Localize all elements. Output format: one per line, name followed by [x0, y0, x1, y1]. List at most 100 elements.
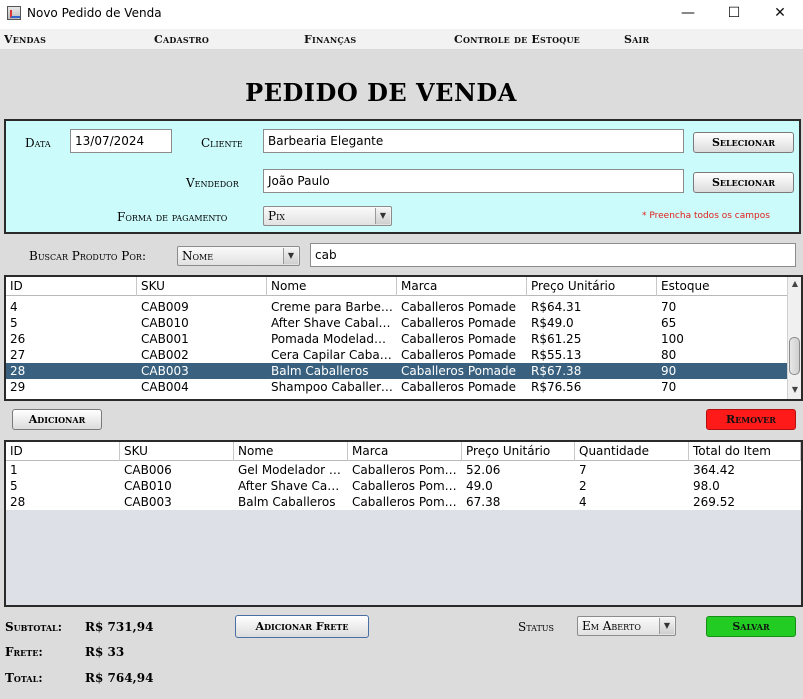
cell-preco: R$64.31 [531, 300, 582, 314]
cell-estoque: 90 [661, 364, 677, 378]
table-row[interactable]: 28 CAB003 Balm Caballeros Caballeros Pomade… [6, 363, 789, 379]
cell-marca: Caballeros Pomade [401, 348, 517, 362]
status-select[interactable]: Em Aberto ▼ [577, 616, 676, 636]
cell-id: 5 [10, 316, 18, 330]
column-header-sku[interactable]: SKU [137, 277, 267, 296]
cell-marca: Caballeros Pomade [401, 332, 517, 346]
products-scrollbar[interactable]: ▲ ▼ [787, 277, 801, 399]
add-freight-button[interactable]: Adicionar Frete [235, 615, 369, 638]
table-row[interactable]: 26 CAB001 Pomada Modeladora Caballeros Caba… [6, 331, 789, 347]
cell-id: 4 [10, 300, 18, 314]
cell-id: 27 [10, 348, 26, 362]
scroll-down-icon[interactable]: ▼ [788, 383, 801, 397]
cell-estoque: 70 [661, 300, 677, 314]
table-row[interactable]: 27 CAB002 Cera Capilar Caballeros Caballero… [6, 347, 789, 363]
cell-quantidade: 2 [579, 479, 587, 493]
cell-marca: Caballeros Pomade [401, 300, 517, 314]
table-row[interactable]: 4 CAB009 Creme para Barbear Caballeros Caba… [6, 299, 789, 315]
order-form-panel: Data 13/07/2024 Cliente Barbearia Elegan… [4, 119, 801, 234]
cell-nome: Balm Caballeros [238, 495, 336, 509]
title-bar: Novo Pedido de Venda — ☐ ✕ [0, 0, 803, 29]
column-header-marca[interactable]: Marca [348, 442, 462, 461]
cell-total-item: 98.0 [693, 479, 720, 493]
cell-marca: Caballeros Pomade [352, 479, 462, 493]
freight-label: Frete: [5, 645, 43, 659]
column-header-id[interactable]: ID [6, 442, 120, 461]
minimize-button[interactable]: — [665, 0, 711, 29]
order-items-empty-area [6, 510, 801, 605]
column-header-preco[interactable]: Preço Unitário [462, 442, 575, 461]
select-seller-button[interactable]: Selecionar [693, 172, 794, 193]
table-row[interactable]: 28 CAB003 Balm Caballeros Caballeros Pomade… [6, 494, 801, 510]
save-button[interactable]: Salvar [706, 616, 796, 637]
column-header-sku[interactable]: SKU [120, 442, 234, 461]
scrollbar-thumb[interactable] [789, 337, 800, 375]
column-header-nome[interactable]: Nome [267, 277, 397, 296]
cell-sku: CAB009 [141, 300, 189, 314]
search-input[interactable]: cab [310, 243, 796, 267]
menu-cadastro[interactable]: Cadastro [154, 33, 209, 46]
column-header-quantidade[interactable]: Quantidade [575, 442, 689, 461]
date-field[interactable]: 13/07/2024 [70, 129, 172, 153]
cell-sku: CAB001 [141, 332, 189, 346]
cell-preco: R$67.38 [531, 364, 582, 378]
seller-label: Vendedor [186, 176, 239, 190]
column-header-preco[interactable]: Preço Unitário [527, 277, 657, 296]
payment-select[interactable]: Pix ▼ [263, 206, 392, 226]
cell-marca: Caballeros Pomade [401, 316, 517, 330]
menu-financas[interactable]: Finanças [304, 33, 356, 46]
menu-sair[interactable]: Sair [624, 33, 649, 46]
menu-vendas[interactable]: Vendas [4, 33, 46, 46]
table-row[interactable]: 5 CAB010 After Shave Caballeros Caballeros … [6, 478, 801, 494]
search-field-select[interactable]: Nome ▼ [177, 246, 300, 266]
close-button[interactable]: ✕ [757, 0, 803, 29]
client-field[interactable]: Barbearia Elegante [263, 129, 684, 153]
table-row[interactable]: 29 CAB004 Shampoo Caballeros Caballeros Pom… [6, 379, 789, 395]
cell-id: 29 [10, 380, 26, 394]
column-header-estoque[interactable]: Estoque [657, 277, 789, 296]
cell-marca: Caballeros Pomade [401, 364, 517, 378]
cell-nome: Cera Capilar Caballeros [271, 348, 397, 362]
cell-estoque: 100 [661, 332, 684, 346]
cell-preco: R$61.25 [531, 332, 582, 346]
cell-id: 1 [10, 463, 18, 477]
table-row[interactable]: 1 CAB006 Gel Modelador Caballeros Caballero… [6, 462, 801, 478]
freight-value: R$ 33 [85, 645, 125, 659]
cell-estoque: 65 [661, 316, 677, 330]
search-label: Buscar Produto Por: [29, 249, 146, 263]
total-value: R$ 764,94 [85, 671, 154, 685]
cell-nome: Creme para Barbear Caballeros [271, 300, 397, 314]
order-items-table: ID SKU Nome Marca Preço Unitário Quantid… [4, 440, 803, 607]
cell-preco: 52.06 [466, 463, 501, 477]
app-icon [7, 6, 21, 20]
menu-controle-estoque[interactable]: Controle de Estoque [454, 33, 580, 46]
client-label: Cliente [201, 136, 243, 150]
column-header-id[interactable]: ID [6, 277, 137, 296]
add-product-button[interactable]: Adicionar [12, 409, 102, 430]
maximize-button[interactable]: ☐ [711, 0, 757, 29]
cell-marca: Caballeros Pomade [352, 463, 462, 477]
column-header-marca[interactable]: Marca [397, 277, 527, 296]
cell-preco: 49.0 [466, 479, 493, 493]
table-row[interactable]: 5 CAB010 After Shave Caballeros Caballeros … [6, 315, 789, 331]
seller-field[interactable]: João Paulo [263, 169, 684, 193]
products-table: ID SKU Nome Marca Preço Unitário Estoque… [4, 275, 803, 401]
cell-preco: R$76.56 [531, 380, 582, 394]
column-header-total-item[interactable]: Total do Item [689, 442, 801, 461]
cell-estoque: 80 [661, 348, 677, 362]
cell-total-item: 269.52 [693, 495, 735, 509]
cell-estoque: 70 [661, 380, 677, 394]
cell-quantidade: 7 [579, 463, 587, 477]
cell-sku: CAB003 [124, 495, 172, 509]
cell-nome: After Shave Caballeros [238, 479, 348, 493]
remove-product-button[interactable]: Remover [706, 409, 796, 430]
cell-sku: CAB004 [141, 380, 189, 394]
column-header-nome[interactable]: Nome [234, 442, 348, 461]
scroll-up-icon[interactable]: ▲ [788, 277, 801, 291]
select-client-button[interactable]: Selecionar [693, 132, 794, 153]
search-field-select-value: Nome [182, 249, 214, 263]
cell-nome: Gel Modelador Caballeros [238, 463, 348, 477]
cell-id: 28 [10, 495, 26, 509]
products-table-header: ID SKU Nome Marca Preço Unitário Estoque [6, 277, 789, 296]
chevron-down-icon: ▼ [659, 618, 674, 634]
